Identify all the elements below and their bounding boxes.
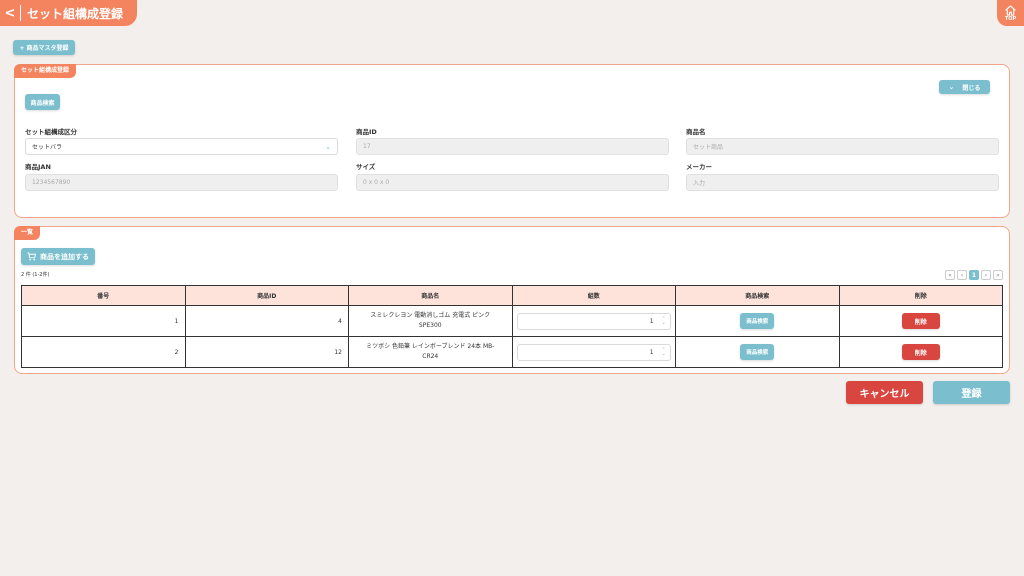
product-search-button[interactable]: 商品検索 (25, 94, 60, 110)
row-no: 2 (21, 336, 186, 368)
product-name-label: 商品名 (686, 128, 706, 136)
qty-input[interactable]: 1 ⌃ ⌄ (516, 343, 671, 361)
top-button[interactable]: TOP (997, 0, 1024, 26)
row-product-id: 4 (184, 305, 349, 337)
row-no: 1 (21, 305, 186, 337)
row-delete-button[interactable]: 削除 (901, 344, 940, 360)
set-type-label: セット組構成区分 (25, 128, 77, 136)
row-search-button[interactable]: 商品検索 (740, 313, 775, 329)
page-header: < セット組構成登録 (0, 0, 137, 26)
row-search-cell: 商品検索 (675, 305, 840, 337)
chevron-down-icon: ⌄ (325, 142, 331, 151)
row-delete-button[interactable]: 削除 (901, 313, 940, 329)
close-button[interactable]: ⌄ 閉じる (939, 80, 990, 94)
column-header-no: 番号 (21, 285, 186, 306)
maker-field[interactable]: 入力 (686, 174, 999, 191)
table-header-row: 番号 商品ID 商品名 組数 商品検索 削除 (21, 285, 1003, 306)
panel-tag: 一覧 (14, 226, 41, 240)
home-icon (1005, 4, 1016, 16)
row-qty-cell: 1 ⌃ ⌄ (511, 305, 676, 337)
top-label: TOP (1004, 15, 1017, 22)
panel-tag: セット組構成登録 (14, 64, 77, 78)
row-delete-cell: 削除 (838, 336, 1003, 368)
product-master-register-button[interactable]: + 商品マスタ登録 (13, 40, 75, 55)
qty-value: 1 (649, 348, 654, 356)
row-product-name: スミレクレヨン 電動消しゴム 充電式 ピンク SPE300 (348, 305, 513, 337)
result-count: 2 件 (1-2件) (21, 272, 50, 278)
column-header-search: 商品検索 (675, 285, 840, 306)
set-type-select[interactable]: セットバラ ⌄ (25, 138, 338, 155)
add-product-label: 商品を追加する (40, 252, 89, 261)
maker-label: メーカー (686, 163, 712, 171)
next-page-button[interactable]: › (981, 270, 991, 280)
cancel-button[interactable]: キャンセル (846, 381, 923, 404)
product-name-field[interactable]: セット商品 (686, 138, 999, 155)
qty-input[interactable]: 1 ⌃ ⌄ (516, 312, 671, 330)
set-type-value: セットバラ (32, 144, 63, 151)
jan-label: 商品JAN (25, 163, 51, 171)
jan-field[interactable]: 1234567890 (25, 174, 338, 191)
row-product-name: ミツボシ 色鉛筆 レインボーブレンド 24本 MB-CR24 (348, 336, 513, 368)
table-row: 1 4 スミレクレヨン 電動消しゴム 充電式 ピンク SPE300 1 ⌃ ⌄ 商… (21, 305, 1003, 337)
column-header-product-id: 商品ID (184, 285, 349, 306)
stepper-icon[interactable]: ⌃ ⌄ (662, 317, 666, 326)
prev-page-button[interactable]: ‹ (957, 270, 967, 280)
page-title: セット組構成登録 (27, 6, 124, 21)
composition-table: 番号 商品ID 商品名 組数 商品検索 削除 1 4 スミレクレヨン 電動消しゴ… (21, 285, 1003, 368)
row-product-id: 12 (184, 336, 349, 368)
size-label: サイズ (356, 163, 376, 171)
chevron-down-icon: ⌄ (948, 83, 955, 91)
set-composition-form-panel: セット組構成登録 商品検索 ⌄ 閉じる セット組構成区分 セットバラ ⌄ 商品I… (14, 64, 1010, 218)
pagination: « ‹ 1 › » (945, 270, 1003, 280)
cart-icon (27, 252, 36, 261)
row-qty-cell: 1 ⌃ ⌄ (511, 336, 676, 368)
close-button-label: 閉じる (962, 84, 981, 92)
qty-value: 1 (649, 317, 654, 325)
stepper-icon[interactable]: ⌃ ⌄ (662, 348, 666, 357)
row-search-button[interactable]: 商品検索 (740, 344, 775, 360)
add-product-button[interactable]: 商品を追加する (21, 248, 95, 265)
row-delete-cell: 削除 (838, 305, 1003, 337)
first-page-button[interactable]: « (945, 270, 955, 280)
page-button-current[interactable]: 1 (969, 270, 979, 280)
product-id-field[interactable]: 17 (356, 138, 669, 155)
size-field[interactable]: 0 x 0 x 0 (356, 174, 669, 191)
list-panel: 一覧 商品を追加する 2 件 (1-2件) « ‹ 1 › » 番号 商品ID … (14, 226, 1010, 374)
column-header-delete: 削除 (838, 285, 1003, 306)
table-row: 2 12 ミツボシ 色鉛筆 レインボーブレンド 24本 MB-CR24 1 ⌃ ⌄… (21, 336, 1003, 368)
product-id-label: 商品ID (356, 128, 377, 136)
header-divider (20, 5, 21, 21)
register-button[interactable]: 登録 (933, 381, 1010, 404)
back-button[interactable]: < (0, 0, 20, 26)
column-header-product-name: 商品名 (348, 285, 513, 306)
column-header-qty: 組数 (511, 285, 676, 306)
last-page-button[interactable]: » (993, 270, 1003, 280)
row-search-cell: 商品検索 (675, 336, 840, 368)
